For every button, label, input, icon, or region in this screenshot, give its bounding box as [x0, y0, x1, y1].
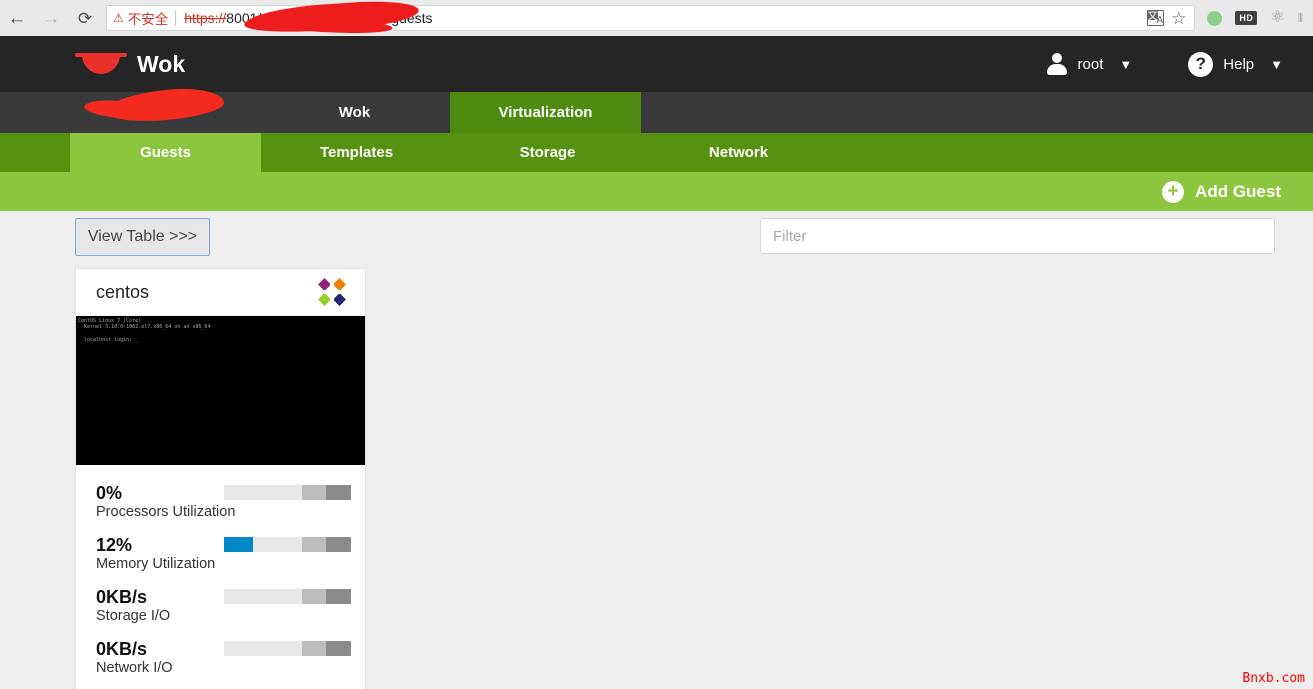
- star-icon[interactable]: ☆: [1171, 10, 1186, 27]
- user-icon: [1046, 53, 1067, 75]
- user-name-label: root: [1077, 55, 1104, 73]
- main-content: View Table >>> centos CentOS Linux 7 (Co…: [0, 211, 1313, 689]
- chevron-down-icon[interactable]: ▼: [1119, 57, 1132, 72]
- stat-storage-bar: [224, 589, 351, 604]
- guest-card-centos[interactable]: centos CentOS Linux 7 (Core) Kernel 3.10…: [75, 268, 366, 689]
- menu-extension-icon[interactable]: ⦀: [1298, 12, 1303, 24]
- stat-memory: 12% Memory Utilization: [96, 535, 365, 574]
- main-tab-virtualization[interactable]: Virtualization: [450, 92, 641, 133]
- sub-tab-network-label: Network: [708, 144, 769, 161]
- omnibox-actions: A ☆: [1147, 10, 1188, 27]
- main-tab-host[interactable]: 124.2: [68, 84, 259, 133]
- url-text: https:// 8001/#plugins/kimchi/tabs/guest…: [184, 0, 433, 37]
- wok-logo-icon: [75, 51, 127, 77]
- filter-input[interactable]: [760, 218, 1275, 254]
- add-guest-label: Add Guest: [1195, 181, 1281, 201]
- view-table-button[interactable]: View Table >>>: [75, 218, 210, 256]
- console-text: CentOS Linux 7 (Core) Kernel 3.10.0-1062…: [78, 318, 211, 343]
- forward-arrow-icon[interactable]: →: [34, 0, 68, 36]
- stat-network-label: Network I/O: [96, 660, 173, 676]
- question-mark-icon: ?: [1188, 51, 1214, 77]
- sub-tab-bar: Guests Templates Storage Network: [0, 133, 1313, 172]
- react-extension-icon[interactable]: ⚛: [1270, 10, 1284, 26]
- sub-tab-storage[interactable]: Storage: [452, 133, 643, 172]
- main-tab-bar: 124.2 Wok Virtualization: [0, 84, 1313, 133]
- stat-storage: 0KB/s Storage I/O: [96, 587, 365, 626]
- guest-stats: 0% Processors Utilization 12% Memory Uti…: [76, 465, 365, 678]
- add-guest-button[interactable]: + Add Guest: [1162, 180, 1313, 203]
- redaction-mark-url: [243, 0, 420, 37]
- extension-icons: HD ⚛ ⦀: [1203, 10, 1313, 26]
- guest-card-header: centos: [76, 269, 365, 316]
- help-label: Help: [1223, 55, 1255, 73]
- browser-toolbar: ← → ⟳ ⚠ 不安全 https:// 8001/#plugins/kimch…: [0, 0, 1313, 37]
- warning-triangle-icon: ⚠: [113, 11, 124, 25]
- sub-tab-storage-label: Storage: [519, 144, 576, 161]
- stat-storage-label: Storage I/O: [96, 608, 171, 624]
- address-bar[interactable]: ⚠ 不安全 https:// 8001/#plugins/kimchi/tabs…: [106, 0, 1196, 37]
- sub-tab-templates[interactable]: Templates: [261, 133, 452, 172]
- guest-name-label: centos: [96, 281, 150, 302]
- app-header: Wok root ▼ ? Help ▼: [0, 36, 1313, 92]
- stat-network-bar: [224, 641, 351, 656]
- plus-circle-icon: +: [1162, 180, 1185, 203]
- main-tab-virtualization-label: Virtualization: [498, 104, 593, 121]
- brand[interactable]: Wok: [75, 51, 185, 78]
- omnibox-divider: [175, 10, 177, 26]
- hd-extension-icon[interactable]: HD: [1235, 11, 1258, 25]
- stat-processors-label: Processors Utilization: [96, 504, 236, 520]
- main-tab-wok-label: Wok: [338, 104, 371, 121]
- user-menu[interactable]: root ▼: [1046, 53, 1132, 75]
- help-menu[interactable]: ? Help ▼: [1188, 51, 1283, 77]
- sub-tab-guests[interactable]: Guests: [70, 133, 261, 172]
- centos-logo-icon: [317, 277, 347, 307]
- url-scheme: https://: [184, 10, 227, 26]
- security-warning-label: 不安全: [127, 12, 169, 27]
- reload-icon[interactable]: ⟳: [68, 0, 102, 36]
- guest-console-thumbnail[interactable]: CentOS Linux 7 (Core) Kernel 3.10.0-1062…: [76, 316, 365, 465]
- action-bar: + Add Guest: [0, 172, 1313, 211]
- green-dot-extension-icon[interactable]: [1207, 10, 1223, 26]
- stat-processors-bar: [224, 485, 351, 500]
- sub-tab-templates-label: Templates: [319, 144, 394, 161]
- stat-processors: 0% Processors Utilization: [96, 483, 365, 522]
- main-tab-wok[interactable]: Wok: [259, 92, 450, 133]
- back-arrow-icon[interactable]: ←: [0, 0, 34, 36]
- sub-tab-network[interactable]: Network: [643, 133, 834, 172]
- chevron-down-icon-help[interactable]: ▼: [1270, 57, 1283, 72]
- view-table-label: View Table >>>: [87, 228, 198, 245]
- sub-tab-guests-label: Guests: [140, 144, 191, 161]
- stat-memory-label: Memory Utilization: [96, 556, 216, 572]
- header-actions: root ▼ ? Help ▼: [1046, 51, 1313, 77]
- stat-memory-bar: [224, 537, 351, 552]
- translate-icon[interactable]: A: [1147, 10, 1165, 26]
- brand-title: Wok: [137, 50, 186, 77]
- watermark: Bnxb.com: [1242, 671, 1305, 686]
- stat-network: 0KB/s Network I/O: [96, 639, 365, 678]
